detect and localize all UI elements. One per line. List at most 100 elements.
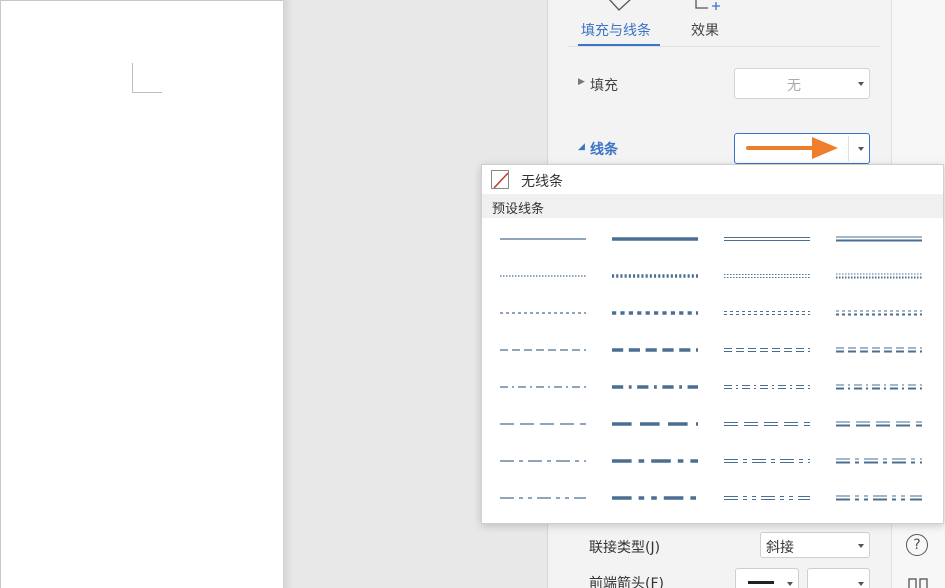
join-type-label: 联接类型(J) bbox=[589, 540, 661, 556]
preset-line-dash-thin-thick[interactable] bbox=[836, 340, 922, 360]
preset-line-long-dash-dot-thin-thick[interactable] bbox=[836, 451, 922, 471]
preset-line-long-dash-dot-dot-double[interactable] bbox=[724, 488, 810, 508]
line-sample bbox=[500, 275, 586, 277]
no-line-option[interactable]: 无线条 bbox=[482, 165, 943, 194]
page-corner-mark bbox=[132, 63, 162, 93]
annotation-arrow-icon bbox=[746, 137, 838, 159]
chevron-down-icon bbox=[858, 582, 864, 586]
line-sample bbox=[724, 348, 810, 352]
fill-section-label[interactable]: 填充 bbox=[590, 75, 618, 95]
join-type-select[interactable]: 斜接 bbox=[760, 532, 870, 558]
line-sample bbox=[836, 384, 922, 390]
page-shadow bbox=[283, 0, 293, 588]
preset-line-dash-dot-thin[interactable] bbox=[500, 377, 586, 397]
line-sample bbox=[500, 423, 586, 425]
preset-line-long-dash-thin[interactable] bbox=[500, 414, 586, 434]
begin-arrow-label: 前端箭头(F) bbox=[589, 576, 664, 588]
line-sample bbox=[612, 311, 698, 315]
preset-line-solid-thin[interactable] bbox=[500, 229, 586, 249]
fill-select-value: 无 bbox=[787, 78, 801, 94]
preset-line-long-dash-dot-dot-thin[interactable] bbox=[500, 488, 586, 508]
no-line-label: 无线条 bbox=[521, 174, 563, 190]
preset-line-round-dot-double[interactable] bbox=[724, 266, 810, 286]
shape-fill-icon bbox=[608, 0, 631, 11]
preset-line-solid-double[interactable] bbox=[724, 229, 810, 249]
begin-arrow-style-select[interactable] bbox=[735, 568, 799, 588]
preset-line-round-dot-thick[interactable] bbox=[612, 266, 698, 286]
line-sample bbox=[612, 496, 698, 500]
preset-line-solid-thick[interactable] bbox=[612, 229, 698, 249]
preset-line-dash-double[interactable] bbox=[724, 340, 810, 360]
chevron-down-icon bbox=[858, 147, 864, 151]
help-icon[interactable]: ? bbox=[906, 534, 928, 556]
line-sample bbox=[724, 459, 810, 463]
preset-line-long-dash-dot-dot-thin-thick[interactable] bbox=[836, 488, 922, 508]
preset-line-square-dot-thin-thick[interactable] bbox=[836, 303, 922, 323]
line-sample bbox=[836, 236, 922, 242]
line-sample bbox=[836, 273, 922, 279]
preset-line-square-dot-thin[interactable] bbox=[500, 303, 586, 323]
line-sample bbox=[612, 348, 698, 352]
preset-lines-grid bbox=[482, 221, 943, 521]
tab-divider bbox=[568, 46, 880, 47]
preset-line-long-dash-dot-dot-thick[interactable] bbox=[612, 488, 698, 508]
preset-line-long-dash-dot-thick[interactable] bbox=[612, 451, 698, 471]
begin-arrow-size-select[interactable] bbox=[807, 568, 870, 588]
collapse-triangle-icon[interactable]: ◢ bbox=[578, 142, 585, 152]
line-sample bbox=[724, 496, 810, 500]
preset-line-round-dot-thin-thick[interactable] bbox=[836, 266, 922, 286]
preset-line-long-dash-double[interactable] bbox=[724, 414, 810, 434]
preset-line-long-dash-dot-thin[interactable] bbox=[500, 451, 586, 471]
no-line-icon bbox=[491, 170, 509, 189]
preset-line-dash-dot-double[interactable] bbox=[724, 377, 810, 397]
line-sample bbox=[724, 237, 810, 241]
preset-line-round-dot-thin[interactable] bbox=[500, 266, 586, 286]
chevron-down-icon bbox=[787, 582, 793, 586]
tab-fill-and-line[interactable]: 填充与线条 bbox=[581, 20, 651, 40]
line-sample bbox=[724, 385, 810, 389]
line-sample bbox=[612, 274, 698, 278]
line-sample bbox=[500, 497, 586, 499]
line-sample bbox=[724, 274, 810, 278]
preset-line-dash-thick[interactable] bbox=[612, 340, 698, 360]
line-sample bbox=[612, 422, 698, 426]
preset-line-long-dash-thick[interactable] bbox=[612, 414, 698, 434]
line-sample bbox=[836, 458, 922, 464]
preset-line-dash-dot-thin-thick[interactable] bbox=[836, 377, 922, 397]
expand-triangle-icon[interactable]: ▶ bbox=[578, 77, 585, 87]
line-sample bbox=[500, 386, 586, 388]
preset-lines-label: 预设线条 bbox=[492, 202, 545, 217]
line-sample bbox=[500, 460, 586, 462]
chevron-down-icon bbox=[858, 82, 864, 86]
line-sample bbox=[836, 310, 922, 316]
preset-lines-header: 预设线条 bbox=[482, 194, 943, 218]
document-page[interactable] bbox=[0, 0, 283, 588]
line-sample bbox=[612, 459, 698, 463]
arrow-style-swatch bbox=[748, 581, 774, 584]
chevron-down-icon bbox=[858, 544, 864, 548]
line-style-dropdown: 无线条 预设线条 bbox=[481, 164, 944, 524]
preset-line-long-dash-dot-double[interactable] bbox=[724, 451, 810, 471]
line-sample bbox=[500, 238, 586, 240]
line-sample bbox=[724, 422, 810, 426]
preset-line-square-dot-double[interactable] bbox=[724, 303, 810, 323]
preset-line-long-dash-thin-thick[interactable] bbox=[836, 414, 922, 434]
preset-line-dash-dot-thick[interactable] bbox=[612, 377, 698, 397]
line-sample bbox=[612, 385, 698, 389]
tab-effect[interactable]: 效果 bbox=[691, 20, 719, 40]
preset-line-dash-thin[interactable] bbox=[500, 340, 586, 360]
shape-effect-icon bbox=[695, 0, 720, 10]
line-sample bbox=[724, 311, 810, 315]
line-sample bbox=[612, 237, 698, 241]
line-sample bbox=[500, 312, 586, 314]
grid-icon[interactable] bbox=[908, 578, 928, 588]
preset-line-solid-thin-thick[interactable] bbox=[836, 229, 922, 249]
line-sample bbox=[500, 349, 586, 351]
select-divider bbox=[848, 136, 849, 161]
fill-select[interactable]: 无 bbox=[734, 68, 870, 99]
line-sample bbox=[836, 421, 922, 427]
line-section-label[interactable]: 线条 bbox=[590, 139, 618, 159]
line-sample bbox=[836, 495, 922, 501]
preset-line-square-dot-thick[interactable] bbox=[612, 303, 698, 323]
join-type-value: 斜接 bbox=[766, 540, 794, 556]
